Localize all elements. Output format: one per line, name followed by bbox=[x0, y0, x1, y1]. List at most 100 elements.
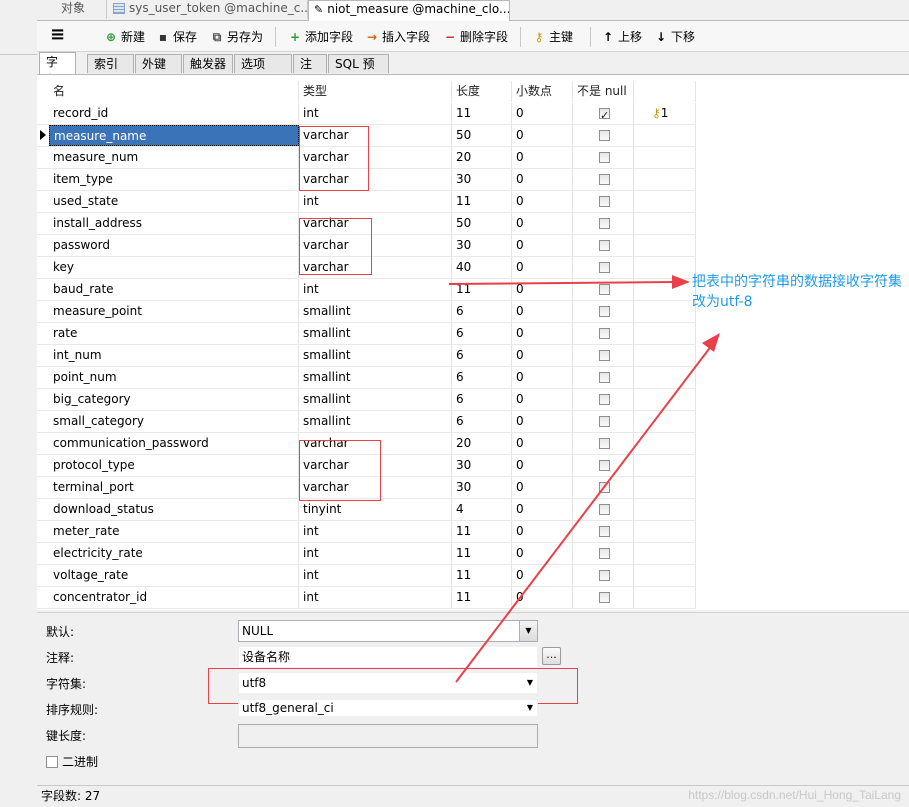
field-decimals-cell[interactable]: 0 bbox=[512, 477, 573, 498]
not-null-checkbox[interactable] bbox=[599, 394, 610, 405]
field-decimals-cell[interactable]: 0 bbox=[512, 169, 573, 190]
field-decimals-cell[interactable]: 0 bbox=[512, 543, 573, 564]
tab-fields[interactable]: 字段 bbox=[39, 52, 76, 87]
tab-sys-user-token[interactable]: sys_user_token @machine_c... bbox=[107, 0, 308, 19]
table-row[interactable]: meter_rate int 11 0 bbox=[37, 521, 696, 543]
key-length-field[interactable] bbox=[238, 724, 538, 748]
field-length-cell[interactable]: 6 bbox=[452, 301, 512, 322]
field-name-cell[interactable]: measure_num bbox=[49, 147, 299, 168]
new-button[interactable]: ⊕ 新建 bbox=[103, 28, 145, 46]
tab-niot-measure[interactable]: ✎ niot_measure @machine_clo... bbox=[308, 0, 510, 21]
field-length-cell[interactable]: 11 bbox=[452, 279, 512, 300]
field-type-cell[interactable]: smallint bbox=[299, 323, 452, 344]
field-decimals-cell[interactable]: 0 bbox=[512, 147, 573, 168]
field-name-cell[interactable]: used_state bbox=[49, 191, 299, 212]
save-as-button[interactable]: ⧉ 另存为 bbox=[209, 28, 263, 46]
field-decimals-cell[interactable]: 0 bbox=[512, 235, 573, 256]
field-decimals-cell[interactable]: 0 bbox=[512, 103, 573, 124]
table-row[interactable]: voltage_rate int 11 0 bbox=[37, 565, 696, 587]
field-not-null-cell[interactable] bbox=[573, 191, 634, 212]
field-decimals-cell[interactable]: 0 bbox=[512, 345, 573, 366]
hamburger-icon[interactable]: ≡ bbox=[50, 26, 65, 44]
collation-select[interactable]: utf8_general_ci ▼ bbox=[238, 699, 538, 717]
field-name-cell[interactable]: concentrator_id bbox=[49, 587, 299, 608]
field-name-cell[interactable]: record_id bbox=[49, 103, 299, 124]
not-null-checkbox[interactable] bbox=[599, 284, 610, 295]
field-not-null-cell[interactable] bbox=[573, 565, 634, 586]
field-length-cell[interactable]: 40 bbox=[452, 257, 512, 278]
not-null-checkbox[interactable] bbox=[599, 416, 610, 427]
field-decimals-cell[interactable]: 0 bbox=[512, 323, 573, 344]
field-type-cell[interactable]: int bbox=[299, 103, 452, 124]
not-null-checkbox[interactable] bbox=[599, 240, 610, 251]
field-length-cell[interactable]: 30 bbox=[452, 477, 512, 498]
table-row[interactable]: small_category smallint 6 0 bbox=[37, 411, 696, 433]
field-name-cell[interactable]: big_category bbox=[49, 389, 299, 410]
field-name-cell[interactable]: terminal_port bbox=[49, 477, 299, 498]
not-null-checkbox[interactable] bbox=[599, 372, 610, 383]
not-null-checkbox[interactable] bbox=[599, 105, 610, 124]
field-name-cell[interactable]: key bbox=[49, 257, 299, 278]
not-null-checkbox[interactable] bbox=[599, 548, 610, 559]
field-type-cell[interactable]: int bbox=[299, 521, 452, 542]
not-null-checkbox[interactable] bbox=[599, 328, 610, 339]
field-not-null-cell[interactable] bbox=[573, 213, 634, 234]
table-row[interactable]: measure_point smallint 6 0 bbox=[37, 301, 696, 323]
field-name-cell[interactable]: point_num bbox=[49, 367, 299, 388]
field-type-cell[interactable]: smallint bbox=[299, 411, 452, 432]
field-not-null-cell[interactable] bbox=[573, 499, 634, 520]
field-not-null-cell[interactable] bbox=[573, 125, 634, 146]
field-decimals-cell[interactable]: 0 bbox=[512, 213, 573, 234]
field-decimals-cell[interactable]: 0 bbox=[512, 565, 573, 586]
table-row[interactable]: electricity_rate int 11 0 bbox=[37, 543, 696, 565]
field-not-null-cell[interactable] bbox=[573, 389, 634, 410]
field-not-null-cell[interactable] bbox=[573, 345, 634, 366]
field-name-cell[interactable]: download_status bbox=[49, 499, 299, 520]
field-decimals-cell[interactable]: 0 bbox=[512, 433, 573, 454]
field-type-cell[interactable]: int bbox=[299, 587, 452, 608]
field-length-cell[interactable]: 6 bbox=[452, 411, 512, 432]
not-null-checkbox[interactable] bbox=[599, 262, 610, 273]
not-null-checkbox[interactable] bbox=[599, 174, 610, 185]
field-length-cell[interactable]: 30 bbox=[452, 235, 512, 256]
field-decimals-cell[interactable]: 0 bbox=[512, 411, 573, 432]
not-null-checkbox[interactable] bbox=[599, 130, 610, 141]
field-not-null-cell[interactable] bbox=[573, 103, 634, 124]
field-name-cell[interactable]: small_category bbox=[49, 411, 299, 432]
field-type-cell[interactable]: smallint bbox=[299, 389, 452, 410]
table-row[interactable]: record_idint110 ⚷1 bbox=[37, 103, 696, 125]
tab-comment[interactable]: 注释 bbox=[293, 54, 327, 89]
field-type-cell[interactable]: int bbox=[299, 543, 452, 564]
field-length-cell[interactable]: 4 bbox=[452, 499, 512, 520]
not-null-checkbox[interactable] bbox=[599, 570, 610, 581]
field-type-cell[interactable]: int bbox=[299, 191, 452, 212]
field-type-cell[interactable]: tinyint bbox=[299, 499, 452, 520]
field-not-null-cell[interactable] bbox=[573, 411, 634, 432]
field-name-cell[interactable]: meter_rate bbox=[49, 521, 299, 542]
default-select[interactable]: NULL ▼ bbox=[238, 620, 538, 642]
field-name-cell[interactable]: install_address bbox=[49, 213, 299, 234]
tab-indexes[interactable]: 索引 bbox=[87, 54, 134, 73]
field-name-cell[interactable]: electricity_rate bbox=[49, 543, 299, 564]
field-length-cell[interactable]: 50 bbox=[452, 125, 512, 146]
add-field-button[interactable]: + 添加字段 bbox=[287, 28, 353, 46]
field-decimals-cell[interactable]: 0 bbox=[512, 301, 573, 322]
field-type-cell[interactable]: int bbox=[299, 279, 452, 300]
header-name[interactable]: 名 bbox=[49, 81, 299, 102]
field-not-null-cell[interactable] bbox=[573, 147, 634, 168]
not-null-checkbox[interactable] bbox=[599, 482, 610, 493]
field-decimals-cell[interactable]: 0 bbox=[512, 499, 573, 520]
field-length-cell[interactable]: 50 bbox=[452, 213, 512, 234]
not-null-checkbox[interactable] bbox=[599, 526, 610, 537]
field-decimals-cell[interactable]: 0 bbox=[512, 257, 573, 278]
field-name-cell[interactable]: measure_name bbox=[49, 125, 299, 146]
header-decimals[interactable]: 小数点 bbox=[512, 81, 573, 102]
table-row[interactable]: used_state int 11 0 bbox=[37, 191, 696, 213]
not-null-checkbox[interactable] bbox=[599, 460, 610, 471]
field-not-null-cell[interactable] bbox=[573, 257, 634, 278]
field-decimals-cell[interactable]: 0 bbox=[512, 521, 573, 542]
table-row[interactable]: rate smallint 6 0 bbox=[37, 323, 696, 345]
field-not-null-cell[interactable] bbox=[573, 235, 634, 256]
comment-field[interactable]: 设备名称 bbox=[238, 646, 538, 668]
table-row[interactable]: int_num smallint 6 0 bbox=[37, 345, 696, 367]
